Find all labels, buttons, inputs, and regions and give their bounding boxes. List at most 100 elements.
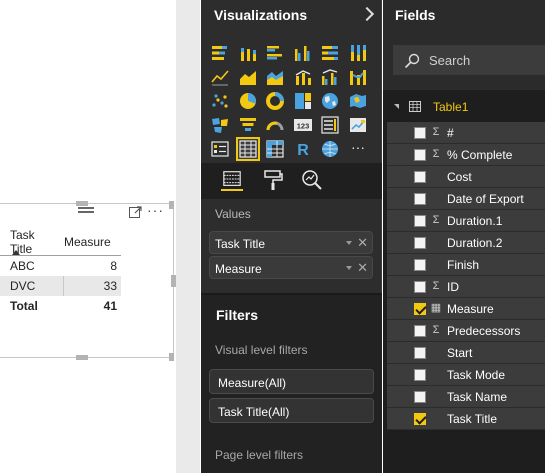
ribbon-chart-icon[interactable] xyxy=(348,67,368,87)
field-checkbox[interactable] xyxy=(414,369,426,381)
remove-field-icon[interactable]: ✕ xyxy=(357,260,368,276)
column-header-task-title[interactable]: Task Title xyxy=(0,228,58,256)
field-item[interactable]: Task Title xyxy=(387,408,545,430)
map-icon[interactable] xyxy=(320,91,340,111)
field-checkbox[interactable] xyxy=(414,149,426,161)
kpi-icon[interactable] xyxy=(348,115,368,135)
100-stacked-column-chart-icon[interactable] xyxy=(348,43,368,63)
field-checkbox[interactable] xyxy=(414,237,426,249)
field-checkbox[interactable] xyxy=(414,303,426,315)
field-label: Task Title xyxy=(447,412,498,426)
donut-chart-icon[interactable] xyxy=(265,91,285,111)
stacked-area-chart-icon[interactable] xyxy=(265,67,285,87)
field-label: Task Mode xyxy=(447,368,506,382)
focus-mode-icon[interactable] xyxy=(129,206,142,218)
multi-row-card-icon[interactable] xyxy=(320,115,340,135)
line-and-clustered-column-chart-icon[interactable] xyxy=(320,67,340,87)
field-checkbox[interactable] xyxy=(414,413,426,425)
field-item[interactable]: Σ # xyxy=(387,122,545,144)
fields-list: Table1 Σ # Σ% Complete Cost Date of Export Σ D… xyxy=(383,90,545,473)
expand-collapse-icon[interactable] xyxy=(394,104,399,109)
resize-handle-top-right[interactable] xyxy=(169,201,174,209)
total-label: Total xyxy=(10,299,38,313)
field-checkbox[interactable] xyxy=(414,281,426,293)
chevron-down-icon[interactable] xyxy=(346,266,352,270)
resize-handle-top[interactable] xyxy=(76,201,88,206)
chevron-down-icon[interactable] xyxy=(346,241,352,245)
table-node-table1[interactable]: Table1 xyxy=(383,97,545,117)
field-checkbox[interactable] xyxy=(414,215,426,227)
search-icon xyxy=(404,53,420,69)
field-item[interactable]: ▦ Measure xyxy=(387,298,545,320)
values-well-measure[interactable]: Measure ✕ xyxy=(209,256,373,279)
field-checkbox[interactable] xyxy=(414,193,426,205)
visualization-tabs xyxy=(201,163,382,199)
field-label: # xyxy=(447,126,454,140)
field-label: Predecessors xyxy=(447,324,521,338)
matrix-icon[interactable] xyxy=(265,139,285,159)
funnel-icon[interactable] xyxy=(238,115,258,135)
card-icon[interactable]: 123 xyxy=(293,115,313,135)
field-label: Date of Export xyxy=(447,192,524,206)
filter-card-label: Measure(All) xyxy=(218,376,287,390)
slicer-icon[interactable] xyxy=(210,139,230,159)
gauge-icon[interactable] xyxy=(265,115,285,135)
report-canvas[interactable]: ··· Task Title Measure ABC 8 DVC 33 Tota… xyxy=(0,0,176,473)
filter-card-task-title[interactable]: Task Title(All) xyxy=(209,398,374,423)
globe-map-icon[interactable] xyxy=(320,139,340,159)
area-chart-icon[interactable] xyxy=(238,67,258,87)
table-icon[interactable] xyxy=(235,137,260,161)
field-item[interactable]: Start xyxy=(387,342,545,364)
collapse-pane-chevron-icon[interactable] xyxy=(359,6,375,22)
pie-chart-icon[interactable] xyxy=(238,91,258,111)
treemap-icon[interactable] xyxy=(293,91,313,111)
field-item[interactable]: Finish xyxy=(387,254,545,276)
clustered-column-chart-icon[interactable] xyxy=(293,43,313,63)
calculator-icon: ▦ xyxy=(430,302,442,314)
stacked-bar-chart-icon[interactable] xyxy=(210,43,230,63)
field-checkbox[interactable] xyxy=(414,347,426,359)
field-item[interactable]: Σ % Complete xyxy=(387,144,545,166)
remove-field-icon[interactable]: ✕ xyxy=(357,235,368,251)
values-section-label: Values xyxy=(215,207,251,221)
resize-handle-bottom[interactable] xyxy=(76,355,88,360)
field-item[interactable]: Task Mode xyxy=(387,364,545,386)
field-item[interactable]: Cost xyxy=(387,166,545,188)
line-and-stacked-column-chart-icon[interactable] xyxy=(293,67,313,87)
tab-analytics-magnifier-icon[interactable] xyxy=(301,169,323,191)
more-options-icon[interactable]: ··· xyxy=(147,203,164,217)
filter-card-measure[interactable]: Measure(All) xyxy=(209,369,374,394)
field-item[interactable]: Date of Export xyxy=(387,188,545,210)
100-stacked-bar-chart-icon[interactable] xyxy=(320,43,340,63)
field-checkbox[interactable] xyxy=(414,259,426,271)
field-item[interactable]: Σ Predecessors xyxy=(387,320,545,342)
field-checkbox[interactable] xyxy=(414,171,426,183)
field-item[interactable]: Task Name xyxy=(387,386,545,408)
drag-grip-icon[interactable] xyxy=(78,207,94,213)
field-checkbox[interactable] xyxy=(414,127,426,139)
search-placeholder: Search xyxy=(429,53,471,68)
line-chart-icon[interactable] xyxy=(210,67,230,87)
resize-handle-bottom-right[interactable] xyxy=(169,353,174,361)
field-item[interactable]: Σ Duration.1 xyxy=(387,210,545,232)
table-visual[interactable]: ··· Task Title Measure ABC 8 DVC 33 Tota… xyxy=(0,201,176,361)
stacked-column-chart-icon[interactable] xyxy=(238,43,258,63)
column-header-measure[interactable]: Measure xyxy=(58,235,121,249)
sigma-icon: Σ xyxy=(432,324,440,336)
tab-format-paint-roller-icon[interactable] xyxy=(262,169,284,191)
tab-fields-icon[interactable] xyxy=(221,169,243,191)
field-item[interactable]: Duration.2 xyxy=(387,232,545,254)
filled-map-icon[interactable] xyxy=(348,91,368,111)
field-checkbox[interactable] xyxy=(414,391,426,403)
fields-search-input[interactable]: Search xyxy=(393,45,545,75)
clustered-bar-chart-icon[interactable] xyxy=(265,43,285,63)
sort-ascending-icon[interactable] xyxy=(12,250,20,255)
scatter-chart-icon[interactable] xyxy=(210,91,230,111)
shape-map-icon[interactable] xyxy=(210,115,230,135)
more-icon[interactable]: ··· xyxy=(348,139,368,159)
values-well-task-title[interactable]: Task Title ✕ xyxy=(209,231,373,254)
field-item[interactable]: Σ ID xyxy=(387,276,545,298)
r-script-visual-icon[interactable]: R xyxy=(293,139,313,159)
table-icon xyxy=(409,101,421,112)
field-checkbox[interactable] xyxy=(414,325,426,337)
